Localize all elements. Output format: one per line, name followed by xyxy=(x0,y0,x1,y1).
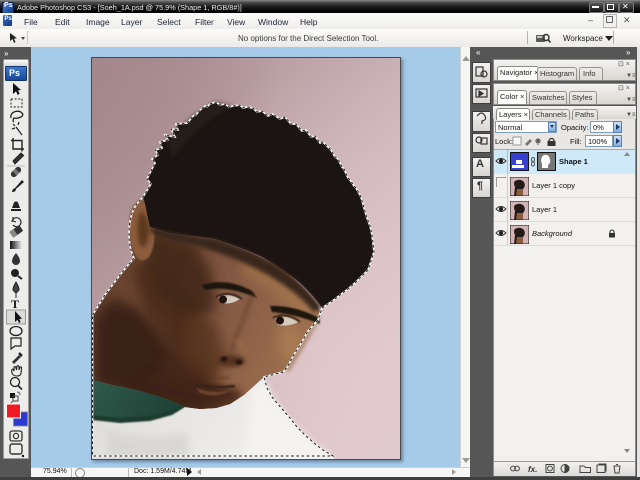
svg-text:T: T xyxy=(11,297,19,311)
svg-text:¶: ¶ xyxy=(477,180,483,192)
svg-text:fx.: fx. xyxy=(528,465,537,474)
svg-text:A: A xyxy=(476,158,484,170)
